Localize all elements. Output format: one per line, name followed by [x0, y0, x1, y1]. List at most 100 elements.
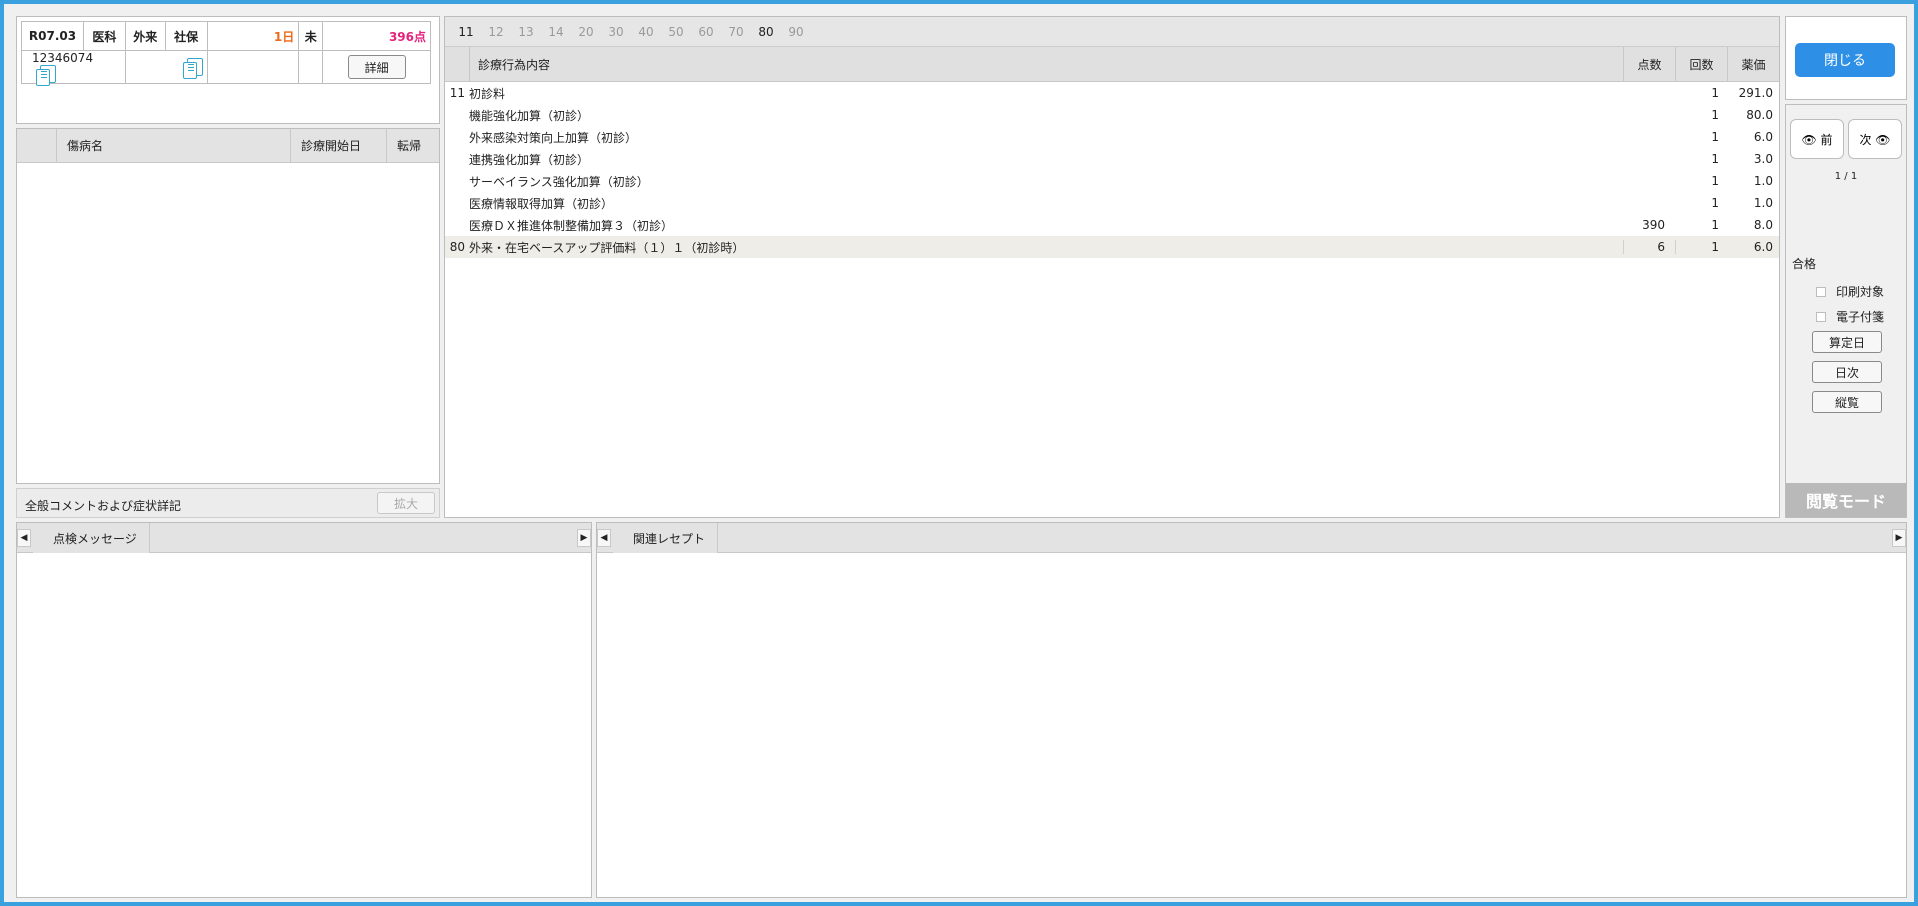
treat-col-points: 点数	[1623, 47, 1675, 81]
scroll-right-icon[interactable]: ▶	[1892, 529, 1906, 547]
eye-icon: 👁	[1875, 132, 1891, 147]
patient-id-cell: 12346074	[21, 50, 126, 86]
related-receipt-panel: ◀ 関連レセプト ▶	[596, 522, 1907, 898]
document-icon[interactable]	[182, 58, 203, 79]
prev-button[interactable]: 👁 前	[1790, 119, 1844, 159]
scroll-right-icon[interactable]: ▶	[577, 529, 591, 547]
tab-related-receipt[interactable]: 関連レセプト	[613, 523, 719, 553]
row-count: 1	[1711, 108, 1719, 122]
table-row[interactable]: 外来感染対策向上加算（初診） 1 6.0	[445, 126, 1779, 148]
disease-col-outcome: 転帰	[397, 139, 422, 153]
tab-60[interactable]: 60	[691, 25, 721, 39]
vertical-button[interactable]: 縦覧	[1812, 391, 1882, 413]
tab-11[interactable]: 11	[451, 25, 481, 39]
checkbox-icon[interactable]	[1816, 286, 1826, 297]
row-count: 1	[1675, 240, 1727, 254]
type2-cell: 外来	[124, 21, 166, 51]
checkbox-icon[interactable]	[1816, 311, 1826, 322]
row-name: 機能強化加算（初診）	[469, 108, 590, 123]
patient-id: 12346074	[32, 51, 94, 65]
table-row[interactable]: 医療ＤＸ推進体制整備加算３（初診） 390 1 8.0	[445, 214, 1779, 236]
close-button[interactable]: 閉じる	[1795, 43, 1895, 77]
detail-button[interactable]: 詳細	[347, 55, 406, 79]
points-cell: 396点	[322, 21, 431, 51]
row-count: 1	[1711, 196, 1719, 210]
eye-icon: 👁	[1801, 132, 1817, 147]
pass-label: 合格	[1792, 257, 1817, 271]
check-message-panel: ◀ 点検メッセージ ▶	[16, 522, 592, 898]
tab-90[interactable]: 90	[781, 25, 811, 39]
table-row[interactable]: 80 外来・在宅ベースアップ評価料（１）１（初診時） 6 1 6.0	[445, 236, 1779, 258]
e-tag-label: 電子付箋	[1836, 310, 1885, 324]
row-price: 1.0	[1753, 196, 1773, 210]
era-cell: R07.03	[21, 21, 84, 51]
row-points: 6	[1623, 240, 1675, 254]
table-row[interactable]: 医療情報取得加算（初診） 1 1.0	[445, 192, 1779, 214]
table-row[interactable]: サーベイランス強化加算（初診） 1 1.0	[445, 170, 1779, 192]
treat-col-content: 診療行為内容	[469, 47, 1623, 81]
scroll-left-icon[interactable]: ◀	[597, 529, 611, 547]
next-button[interactable]: 次 👁	[1848, 119, 1902, 159]
tab-80[interactable]: 80	[751, 25, 781, 39]
expand-button[interactable]: 拡大	[377, 492, 435, 514]
tab-12[interactable]: 12	[481, 25, 511, 39]
disease-col-blank	[17, 129, 57, 162]
disease-col-name: 傷病名	[57, 129, 291, 162]
calc-day-button[interactable]: 算定日	[1812, 331, 1882, 353]
receipt-header: R07.03 医科 外来 社保 1日 未 396点 12346074 詳細	[16, 16, 440, 124]
row-count: 1	[1711, 174, 1719, 188]
document-icon[interactable]	[36, 65, 56, 86]
page-indicator: 1 / 1	[1834, 171, 1858, 182]
check-message-tabbar: ◀ 点検メッセージ ▶	[17, 523, 591, 553]
tab-check-message[interactable]: 点検メッセージ	[33, 523, 150, 553]
tab-70[interactable]: 70	[721, 25, 751, 39]
tab-40[interactable]: 40	[631, 25, 661, 39]
empty-cell	[206, 50, 300, 84]
tab-20[interactable]: 20	[571, 25, 601, 39]
treatment-panel: 11 12 13 14 20 30 40 50 60 70 80 90 診療行為内容 点数 回数 薬価…	[444, 16, 1780, 518]
treat-col-price: 薬価	[1727, 47, 1779, 81]
row-name: 外来・在宅ベースアップ評価料（１）１（初診時）	[469, 240, 745, 255]
row-name: 連携強化加算（初診）	[469, 152, 590, 167]
prev-label: 前	[1820, 132, 1833, 147]
empty-cell	[298, 50, 324, 84]
doc-cell	[124, 50, 208, 84]
scroll-left-icon[interactable]: ◀	[17, 529, 31, 547]
next-label: 次	[1859, 132, 1872, 147]
row-count: 1	[1711, 130, 1719, 144]
type1-cell: 医科	[82, 21, 126, 51]
comment-label: 全般コメントおよび症状詳記	[25, 499, 182, 513]
disease-col-start: 診療開始日	[291, 129, 387, 162]
daily-button[interactable]: 日次	[1812, 361, 1882, 383]
row-name: サーベイランス強化加算（初診）	[469, 174, 649, 189]
treatment-header: 診療行為内容 点数 回数 薬価	[445, 47, 1779, 82]
side-panel: 👁 前 次 👁 1 / 1 合格 印刷対象 電子付箋 算定日 日次 縦覧 閲覧モ…	[1785, 104, 1907, 518]
treat-col-count: 回数	[1675, 47, 1727, 81]
treatment-rows: 11 初診料 1 291.0 機能強化加算（初診） 1 80.0 外来感染対策向上加算（初診）…	[445, 82, 1779, 258]
tab-14[interactable]: 14	[541, 25, 571, 39]
row-code: 11	[449, 86, 465, 100]
table-row[interactable]: 連携強化加算（初診） 1 3.0	[445, 148, 1779, 170]
table-row[interactable]: 機能強化加算（初診） 1 80.0	[445, 104, 1779, 126]
row-code: 80	[449, 240, 465, 254]
row-price: 3.0	[1753, 152, 1773, 166]
treat-col-code	[445, 47, 469, 81]
row-name: 初診料	[469, 86, 506, 101]
row-name: 医療情報取得加算（初診）	[469, 196, 614, 211]
receipt-info-table: R07.03 医科 外来 社保 1日 未 396点 12346074 詳細	[21, 21, 431, 86]
detail-cell: 詳細	[322, 50, 431, 84]
print-target-checkbox[interactable]: 印刷対象	[1816, 283, 1884, 300]
insurance-cell: 社保	[164, 21, 208, 51]
main-window: R07.03 医科 外来 社保 1日 未 396点 12346074 詳細 傷病…	[4, 4, 1914, 902]
row-count: 1	[1711, 218, 1719, 232]
row-name: 外来感染対策向上加算（初診）	[469, 130, 638, 145]
tab-13[interactable]: 13	[511, 25, 541, 39]
e-tag-checkbox[interactable]: 電子付箋	[1816, 308, 1884, 325]
row-name: 医療ＤＸ推進体制整備加算３（初診）	[469, 218, 674, 233]
mi-cell: 未	[298, 21, 324, 51]
tab-50[interactable]: 50	[661, 25, 691, 39]
row-price: 1.0	[1753, 174, 1773, 188]
tab-30[interactable]: 30	[601, 25, 631, 39]
category-tabs: 11 12 13 14 20 30 40 50 60 70 80 90	[445, 17, 1779, 47]
table-row[interactable]: 11 初診料 1 291.0	[445, 82, 1779, 104]
